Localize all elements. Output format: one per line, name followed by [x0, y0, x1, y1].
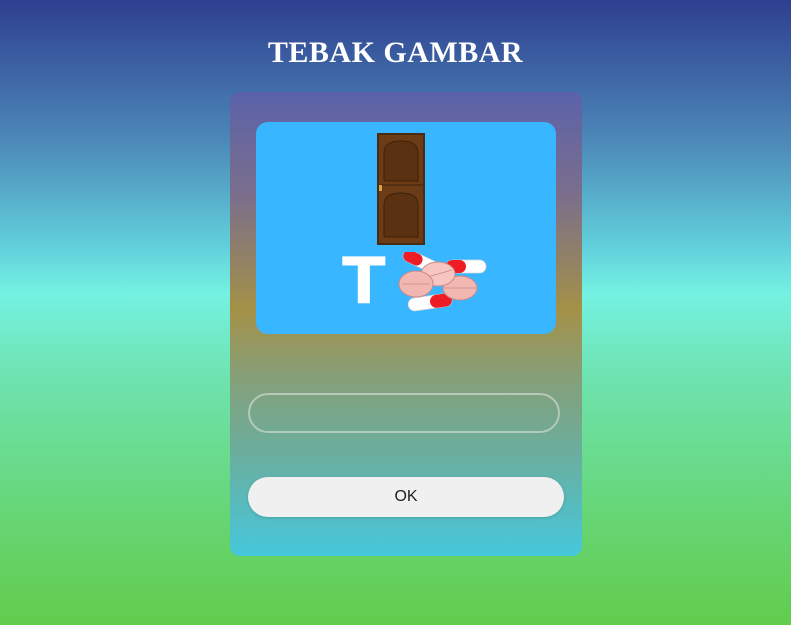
answer-input[interactable] [248, 393, 560, 433]
pills-icon [398, 252, 487, 312]
puzzle-image: T [256, 122, 556, 334]
page-title: TEBAK GAMBAR [267, 36, 524, 69]
clue-letter: T [342, 245, 386, 319]
door-icon [377, 133, 425, 245]
ok-button[interactable]: OK [248, 477, 564, 517]
game-card: T OK [230, 92, 582, 556]
